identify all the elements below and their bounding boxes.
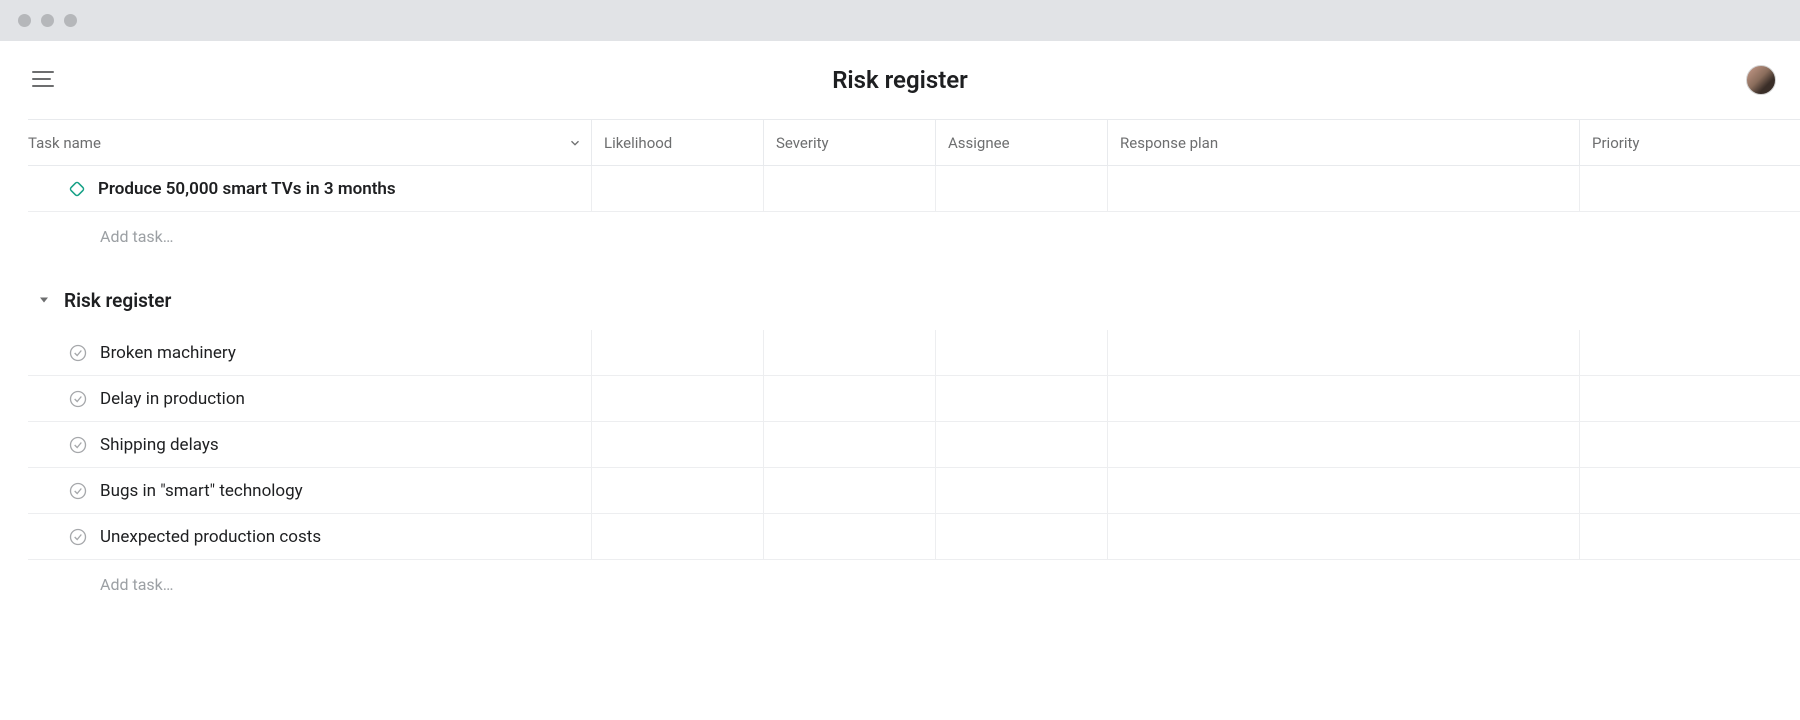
task-name: Shipping delays	[100, 435, 219, 455]
add-task-button[interactable]: Add task…	[28, 212, 1800, 260]
section-header[interactable]: Risk register	[28, 270, 1800, 330]
page-header: Risk register	[0, 41, 1800, 119]
add-task-label: Add task…	[100, 227, 173, 246]
column-header-label: Priority	[1592, 134, 1639, 152]
check-circle-icon[interactable]	[68, 481, 88, 501]
column-header-severity[interactable]: Severity	[764, 120, 936, 165]
check-circle-icon[interactable]	[68, 389, 88, 409]
task-name-cell[interactable]: Unexpected production costs	[28, 514, 592, 559]
cell-likelihood[interactable]	[592, 422, 764, 467]
cell-severity[interactable]	[764, 166, 936, 211]
column-header-likelihood[interactable]: Likelihood	[592, 120, 764, 165]
cell-likelihood[interactable]	[592, 468, 764, 513]
cell-response-plan[interactable]	[1108, 468, 1580, 513]
column-header-label: Likelihood	[604, 134, 672, 152]
column-header-priority[interactable]: Priority	[1580, 120, 1720, 165]
column-header-label: Assignee	[948, 134, 1010, 152]
milestone-icon	[68, 180, 86, 198]
cell-severity[interactable]	[764, 376, 936, 421]
add-task-button[interactable]: Add task…	[28, 560, 1800, 608]
task-name-cell[interactable]: Bugs in "smart" technology	[28, 468, 592, 513]
window-titlebar	[0, 0, 1800, 41]
task-row[interactable]: Broken machinery	[28, 330, 1800, 376]
task-row[interactable]: Bugs in "smart" technology	[28, 468, 1800, 514]
column-headers: Task name Likelihood Severity Assignee R…	[28, 119, 1800, 166]
task-table: Task name Likelihood Severity Assignee R…	[0, 119, 1800, 608]
column-header-task-name[interactable]: Task name	[28, 120, 592, 165]
cell-likelihood[interactable]	[592, 376, 764, 421]
task-name-cell[interactable]: Shipping delays	[28, 422, 592, 467]
task-name-cell[interactable]: Delay in production	[28, 376, 592, 421]
window-close-button[interactable]	[18, 14, 31, 27]
chevron-down-icon[interactable]	[559, 136, 591, 150]
column-header-response-plan[interactable]: Response plan	[1108, 120, 1580, 165]
task-name-cell[interactable]: Broken machinery	[28, 330, 592, 375]
task-name: Unexpected production costs	[100, 527, 321, 547]
menu-icon[interactable]	[32, 71, 54, 89]
cell-response-plan[interactable]	[1108, 330, 1580, 375]
cell-assignee[interactable]	[936, 468, 1108, 513]
cell-assignee[interactable]	[936, 514, 1108, 559]
check-circle-icon[interactable]	[68, 435, 88, 455]
window-minimize-button[interactable]	[41, 14, 54, 27]
task-name: Broken machinery	[100, 343, 236, 363]
user-avatar[interactable]	[1746, 65, 1776, 95]
cell-likelihood[interactable]	[592, 514, 764, 559]
column-header-label: Severity	[776, 134, 829, 152]
cell-priority[interactable]	[1580, 330, 1720, 375]
column-header-label: Response plan	[1120, 134, 1218, 152]
cell-assignee[interactable]	[936, 330, 1108, 375]
cell-priority[interactable]	[1580, 166, 1720, 211]
check-circle-icon[interactable]	[68, 527, 88, 547]
cell-priority[interactable]	[1580, 376, 1720, 421]
cell-response-plan[interactable]	[1108, 422, 1580, 467]
page-title: Risk register	[832, 66, 968, 94]
cell-priority[interactable]	[1580, 468, 1720, 513]
cell-assignee[interactable]	[936, 376, 1108, 421]
cell-priority[interactable]	[1580, 514, 1720, 559]
task-name: Bugs in "smart" technology	[100, 481, 303, 501]
cell-severity[interactable]	[764, 514, 936, 559]
cell-severity[interactable]	[764, 330, 936, 375]
cell-assignee[interactable]	[936, 166, 1108, 211]
cell-priority[interactable]	[1580, 422, 1720, 467]
caret-down-icon[interactable]	[38, 291, 50, 310]
cell-severity[interactable]	[764, 468, 936, 513]
add-task-label: Add task…	[100, 575, 173, 594]
cell-likelihood[interactable]	[592, 166, 764, 211]
cell-likelihood[interactable]	[592, 330, 764, 375]
section-title: Risk register	[64, 289, 171, 312]
task-row[interactable]: Shipping delays	[28, 422, 1800, 468]
milestone-row[interactable]: Produce 50,000 smart TVs in 3 months	[28, 166, 1800, 212]
cell-response-plan[interactable]	[1108, 376, 1580, 421]
column-header-label: Task name	[28, 134, 559, 152]
task-row[interactable]: Delay in production	[28, 376, 1800, 422]
check-circle-icon[interactable]	[68, 343, 88, 363]
task-name: Delay in production	[100, 389, 245, 409]
milestone-name: Produce 50,000 smart TVs in 3 months	[98, 179, 396, 199]
cell-severity[interactable]	[764, 422, 936, 467]
window-maximize-button[interactable]	[64, 14, 77, 27]
cell-response-plan[interactable]	[1108, 166, 1580, 211]
cell-response-plan[interactable]	[1108, 514, 1580, 559]
column-header-assignee[interactable]: Assignee	[936, 120, 1108, 165]
task-row[interactable]: Unexpected production costs	[28, 514, 1800, 560]
cell-assignee[interactable]	[936, 422, 1108, 467]
milestone-task-cell[interactable]: Produce 50,000 smart TVs in 3 months	[28, 166, 592, 211]
